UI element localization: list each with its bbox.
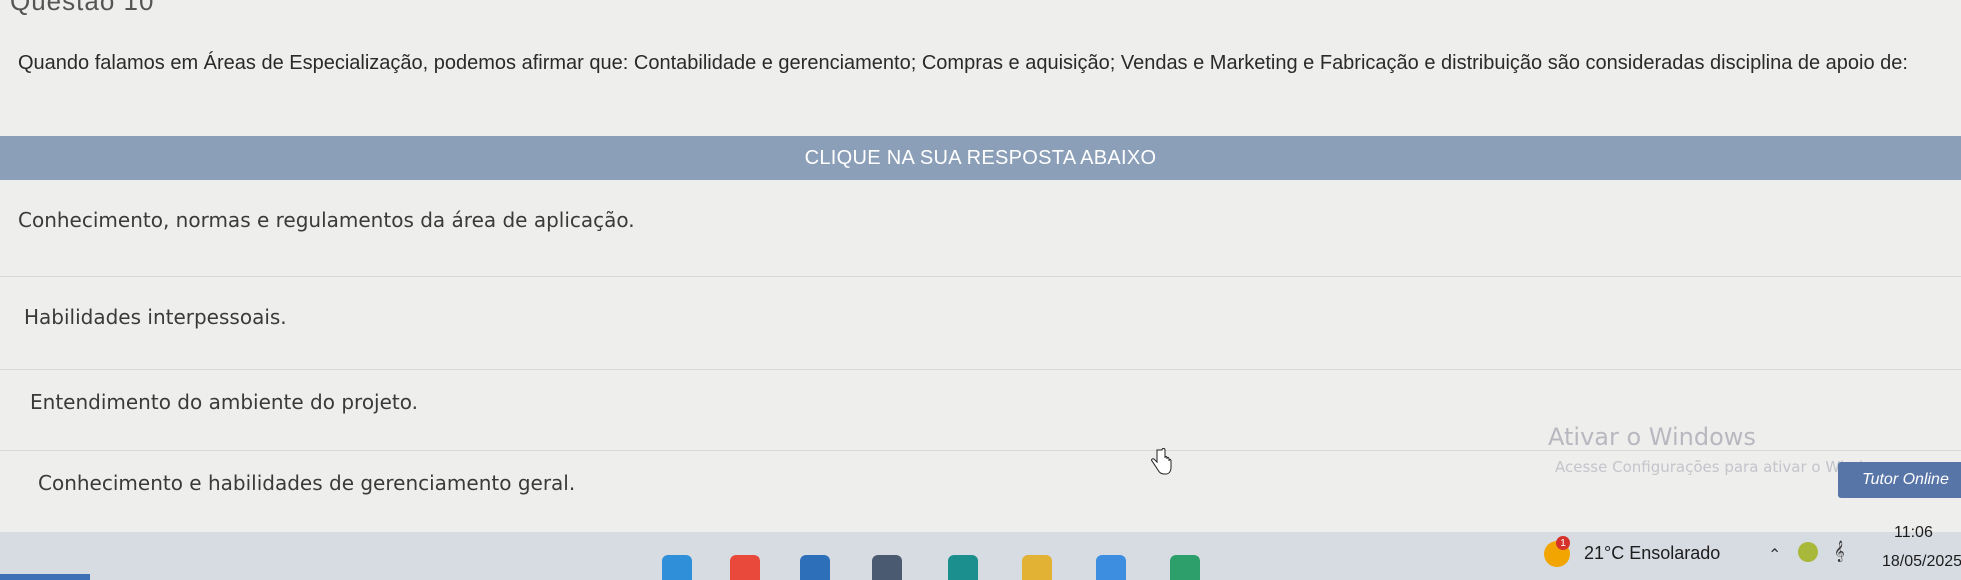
tutor-online-button[interactable]: Tutor Online (1838, 462, 1961, 498)
tray-app-icon[interactable] (1798, 542, 1818, 562)
answer-option-label: Habilidades interpessoais. (24, 305, 287, 329)
answer-option-label: Entendimento do ambiente do projeto. (30, 390, 418, 414)
question-number: Questão 10 (10, 0, 155, 16)
chrome-icon[interactable] (730, 555, 760, 580)
clock-time[interactable]: 11:06 (1894, 524, 1933, 542)
edge-icon[interactable] (662, 555, 692, 580)
question-text: Quando falamos em Áreas de Especializaçã… (18, 52, 1908, 74)
app-icon[interactable] (872, 555, 902, 580)
start-indicator (0, 574, 90, 580)
store-icon[interactable] (800, 555, 830, 580)
answer-option-1[interactable]: Conhecimento, normas e regulamentos da á… (0, 180, 1961, 276)
chevron-up-icon[interactable]: ⌃ (1768, 545, 1781, 565)
activate-windows-watermark: Ativar o Windows (1548, 423, 1756, 451)
hand-cursor-icon (1151, 448, 1172, 475)
chrome-dev-icon[interactable] (1170, 555, 1200, 580)
edge-dev-icon[interactable] (948, 555, 978, 580)
files-icon[interactable] (1022, 555, 1052, 580)
answer-banner: CLIQUE NA SUA RESPOSTA ABAIXO (0, 136, 1961, 180)
clock-date[interactable]: 18/05/2025 (1882, 553, 1961, 571)
weather-badge: 1 (1556, 536, 1570, 550)
audio-icon[interactable]: 𝄞 (1834, 541, 1845, 562)
answer-option-label: Conhecimento, normas e regulamentos da á… (18, 208, 635, 232)
weather-text[interactable]: 21°C Ensolarado (1584, 543, 1720, 564)
answer-option-label: Conhecimento e habilidades de gerenciame… (38, 471, 576, 495)
help-icon[interactable] (1096, 555, 1126, 580)
answer-option-2[interactable]: Habilidades interpessoais. (0, 277, 1961, 369)
